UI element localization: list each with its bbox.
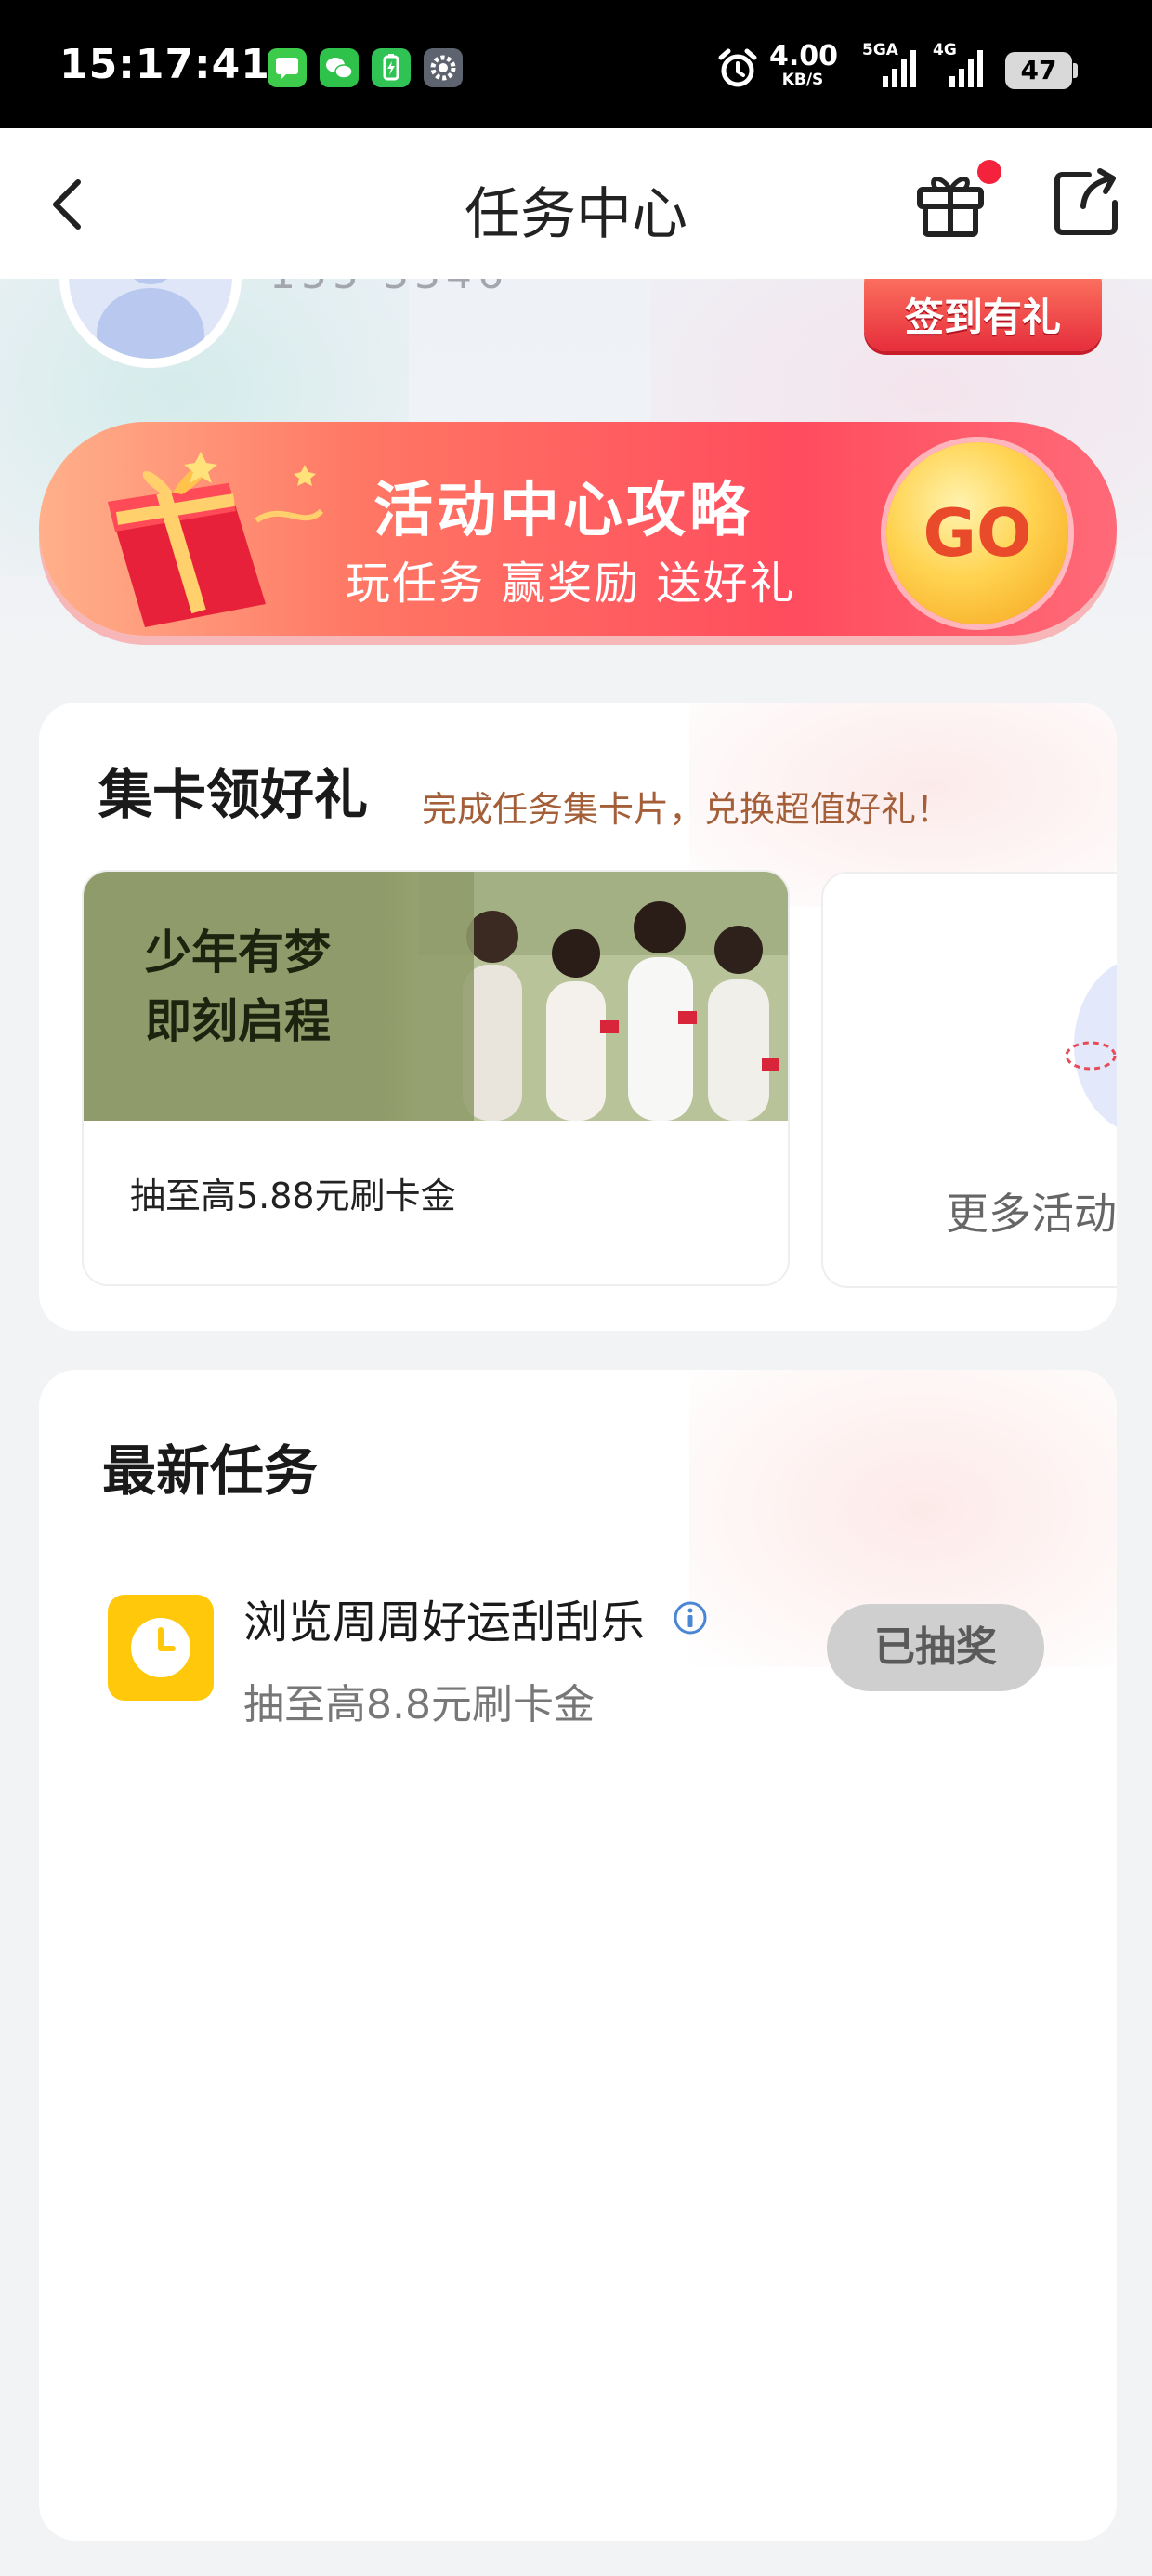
students-photo	[418, 872, 788, 1121]
promo-image-line-1: 少年有梦	[145, 926, 331, 979]
tasks-section-title: 最新任务	[102, 1439, 319, 1503]
status-bar: 15:17:41 4.00 KB/S 5GA 4G 47	[0, 0, 1152, 128]
promo-image-text: 少年有梦 即刻启程	[145, 918, 331, 1056]
messages-icon	[268, 48, 307, 87]
activity-guide-banner[interactable]: 活动中心攻略 玩任务 赢奖励 送好礼 GO	[39, 422, 1117, 636]
share-icon[interactable]	[1052, 165, 1122, 236]
clock-icon	[108, 1595, 214, 1701]
latest-tasks-section: 最新任务 浏览周周好运刮刮乐 抽至高8.8元刷卡金 已抽奖	[39, 1370, 1117, 2541]
task-row: 浏览周周好运刮刮乐 抽至高8.8元刷卡金 已抽奖	[39, 1585, 1117, 1771]
network-speed: 4.00 KB/S	[769, 40, 839, 89]
alarm-icon	[718, 48, 757, 87]
status-time: 15:17:41	[59, 41, 270, 88]
wechat-icon	[320, 48, 359, 87]
card-section-title: 集卡领好礼	[98, 763, 369, 826]
promo-description: 抽至高5.88元刷卡金	[130, 1176, 456, 1216]
banner-title: 活动中心攻略	[373, 477, 753, 545]
signal-5ga-icon: 5GA	[862, 41, 922, 95]
banner-go-button[interactable]: GO	[886, 442, 1068, 624]
info-icon[interactable]	[673, 1600, 708, 1636]
settings-icon	[424, 48, 463, 87]
more-activities-card[interactable]: 更多活动	[821, 872, 1117, 1288]
promo-card[interactable]: 少年有梦 即刻启程 抽至高5.88元刷卡金	[82, 870, 790, 1286]
network-speed-value: 4.00	[769, 40, 839, 72]
promo-image-line-2: 即刻启程	[145, 994, 331, 1048]
more-activities-label: 更多活动	[946, 1189, 1117, 1239]
top-nav-bar: 任务中心	[0, 128, 1152, 279]
task-name: 浏览周周好运刮刮乐	[243, 1597, 646, 1649]
gift-box-icon	[108, 452, 324, 627]
task-status-button[interactable]: 已抽奖	[827, 1604, 1044, 1691]
notification-dot	[977, 160, 1001, 184]
signal-4g-icon: 4G	[933, 41, 992, 95]
card-section-subtitle: 完成任务集卡片，兑换超值好礼！	[422, 789, 952, 830]
promo-image: 少年有梦 即刻启程	[84, 872, 788, 1121]
battery-saver-icon	[372, 48, 411, 87]
signin-reward-button[interactable]: 签到有礼	[864, 266, 1102, 359]
signin-badge-label: 签到有礼	[904, 295, 1061, 340]
banner-subtitle: 玩任务 赢奖励 送好礼	[346, 558, 796, 610]
battery-tip	[1073, 63, 1078, 78]
battery-indicator: 47	[1005, 52, 1072, 89]
decorative-dashed-icon	[1065, 1041, 1117, 1071]
task-description: 抽至高8.8元刷卡金	[243, 1681, 595, 1728]
card-collection-section: 集卡领好礼 完成任务集卡片，兑换超值好礼！ 少年有梦 即刻启程 抽至高5.88元…	[39, 703, 1117, 1331]
network-speed-unit: KB/S	[781, 71, 824, 89]
